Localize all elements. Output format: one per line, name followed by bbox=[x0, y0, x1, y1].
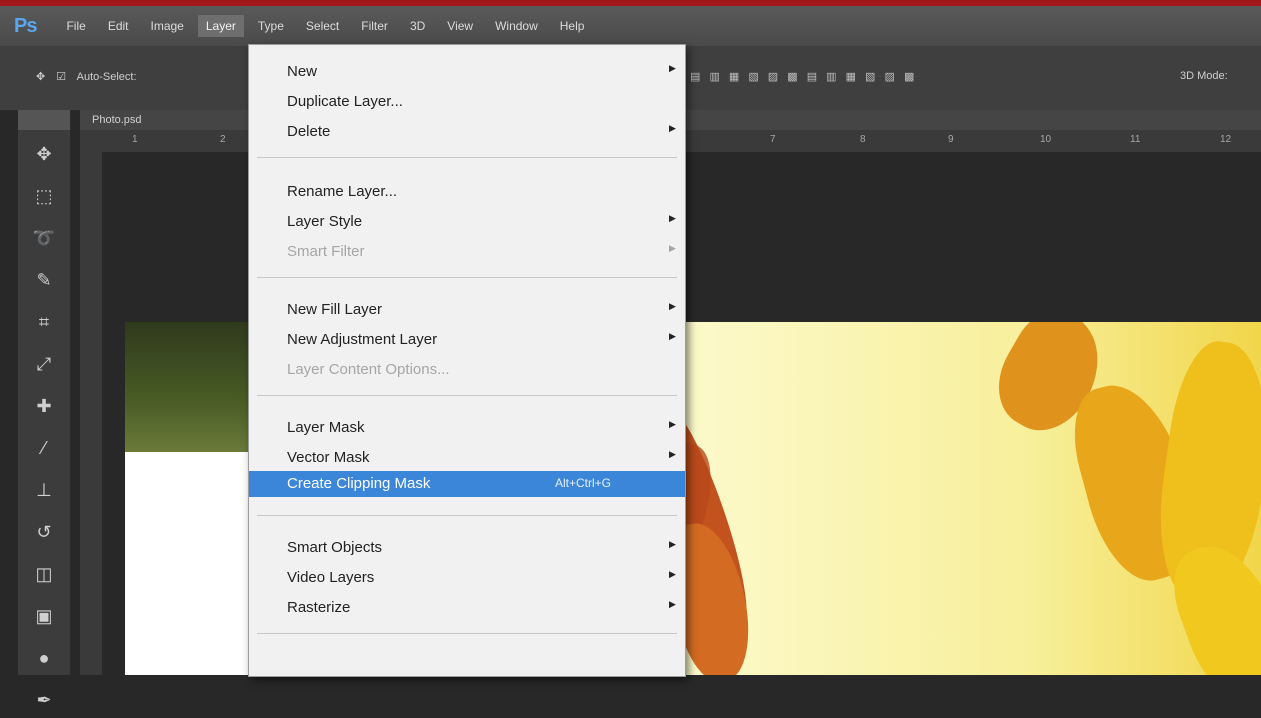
menu-item-label: Create Clipping Mask bbox=[287, 475, 431, 492]
menu-help[interactable]: Help bbox=[552, 15, 593, 37]
ruler-tick: 12 bbox=[1220, 134, 1232, 145]
auto-select-checkbox[interactable]: ☑ bbox=[56, 71, 66, 83]
eraser-tool-icon[interactable]: ◫ bbox=[24, 556, 64, 592]
menu-separator bbox=[257, 395, 677, 396]
submenu-arrow-icon: ▶ bbox=[669, 419, 676, 429]
menu-item-label: Smart Objects bbox=[287, 539, 383, 556]
tools-panel-header[interactable] bbox=[18, 110, 70, 130]
image-white-area bbox=[125, 452, 255, 675]
submenu-arrow-icon: ▶ bbox=[669, 539, 676, 549]
menu-item-label: Layer Mask bbox=[287, 419, 365, 436]
ruler-tick: 7 bbox=[770, 134, 776, 145]
menu-item-label: Rasterize bbox=[287, 599, 351, 616]
menu-3d[interactable]: 3D bbox=[402, 15, 433, 37]
menu-separator bbox=[257, 515, 677, 516]
lasso-tool-icon[interactable]: ➰ bbox=[24, 220, 64, 256]
layer-menu-rasterize[interactable]: Rasterize ▶ bbox=[249, 595, 685, 621]
menu-item-label: Vector Mask bbox=[287, 449, 370, 466]
ruler-tick: 10 bbox=[1040, 134, 1052, 145]
menu-item-label: Layer Style bbox=[287, 213, 363, 230]
menu-image[interactable]: Image bbox=[143, 15, 192, 37]
menu-layer[interactable]: Layer bbox=[197, 15, 244, 37]
layer-menu-new-adjustment-layer[interactable]: New Adjustment Layer ▶ bbox=[249, 327, 685, 353]
layer-menu-rename-layer[interactable]: Rename Layer... bbox=[249, 179, 685, 205]
dodge-tool-icon[interactable]: ● bbox=[24, 640, 64, 676]
menu-item-label: Layer Content Options... bbox=[287, 361, 450, 378]
layer-menu-new[interactable]: New ▶ bbox=[249, 59, 685, 85]
layer-menu-vector-mask[interactable]: Vector Mask ▶ bbox=[249, 445, 685, 471]
menu-item-label: New Adjustment Layer bbox=[287, 331, 438, 348]
layer-menu-delete[interactable]: Delete ▶ bbox=[249, 119, 685, 145]
ruler-tick: 1 bbox=[132, 134, 138, 145]
layer-menu-layer-mask[interactable]: Layer Mask ▶ bbox=[249, 415, 685, 441]
ruler-tick: 8 bbox=[860, 134, 866, 145]
menu-type[interactable]: Type bbox=[250, 15, 292, 37]
crop-tool-icon[interactable]: ⌗ bbox=[24, 304, 64, 340]
layer-menu-smart-filter: Smart Filter ▶ bbox=[249, 239, 685, 265]
history-brush-icon[interactable]: ↺ bbox=[24, 514, 64, 550]
layer-menu-create-clipping-mask[interactable]: Create Clipping Mask Alt+Ctrl+G bbox=[249, 471, 685, 497]
submenu-arrow-icon: ▶ bbox=[669, 123, 676, 133]
menu-item-label: Duplicate Layer... bbox=[287, 93, 403, 110]
menu-edit[interactable]: Edit bbox=[100, 15, 137, 37]
menu-item-label: New bbox=[287, 63, 318, 80]
layer-menu-dropdown: New ▶ Duplicate Layer... Delete ▶ Rename… bbox=[248, 44, 686, 677]
document-title: Photo.psd bbox=[92, 114, 142, 126]
menu-file[interactable]: File bbox=[58, 15, 93, 37]
tools-panel: ✥ ⬚ ➰ ✎ ⌗ ⤢ ✚ ⁄ ⊥ ↺ ◫ ▣ ● ✒ bbox=[18, 110, 71, 710]
align-buttons[interactable]: ▤ ▥ ▦ ▧ ▨ ▩ ▤ ▥ ▦ ▧ ▨ ▩ bbox=[690, 70, 917, 83]
quick-select-tool-icon[interactable]: ✎ bbox=[24, 262, 64, 298]
ruler-tick: 9 bbox=[948, 134, 954, 145]
menu-separator bbox=[257, 633, 677, 634]
ruler-tick: 2 bbox=[220, 134, 226, 145]
menu-separator bbox=[257, 277, 677, 278]
clone-stamp-icon[interactable]: ⊥ bbox=[24, 472, 64, 508]
submenu-arrow-icon: ▶ bbox=[669, 331, 676, 341]
layer-menu-new-fill-layer[interactable]: New Fill Layer ▶ bbox=[249, 297, 685, 323]
photoshop-logo: Ps bbox=[14, 14, 37, 37]
submenu-arrow-icon: ▶ bbox=[669, 63, 676, 73]
menu-bar: Ps File Edit Image Layer Type Select Fil… bbox=[0, 6, 1261, 46]
marquee-tool-icon[interactable]: ⬚ bbox=[24, 178, 64, 214]
auto-select-label: Auto-Select: bbox=[76, 71, 137, 83]
3d-mode-label: 3D Mode: bbox=[1180, 70, 1228, 82]
submenu-arrow-icon: ▶ bbox=[669, 213, 676, 223]
pen-tool-icon[interactable]: ✒ bbox=[24, 682, 64, 718]
layer-menu-duplicate-layer[interactable]: Duplicate Layer... bbox=[249, 89, 685, 115]
submenu-arrow-icon: ▶ bbox=[669, 599, 676, 609]
menu-item-label: Video Layers bbox=[287, 569, 375, 586]
menu-item-label: Rename Layer... bbox=[287, 183, 398, 200]
eyedropper-tool-icon[interactable]: ⤢ bbox=[24, 346, 64, 382]
menu-filter[interactable]: Filter bbox=[353, 15, 396, 37]
layer-menu-video-layers[interactable]: Video Layers ▶ bbox=[249, 565, 685, 591]
submenu-arrow-icon: ▶ bbox=[669, 243, 676, 253]
menu-select[interactable]: Select bbox=[298, 15, 347, 37]
brush-tool-icon[interactable]: ⁄ bbox=[24, 430, 64, 466]
submenu-arrow-icon: ▶ bbox=[669, 449, 676, 459]
menu-view[interactable]: View bbox=[439, 15, 481, 37]
menu-item-label: New Fill Layer bbox=[287, 301, 383, 318]
submenu-arrow-icon: ▶ bbox=[669, 569, 676, 579]
layer-menu-smart-objects[interactable]: Smart Objects ▶ bbox=[249, 535, 685, 561]
menu-item-label: Delete bbox=[287, 123, 331, 140]
menu-item-shortcut: Alt+Ctrl+G bbox=[555, 476, 612, 490]
vertical-ruler bbox=[80, 152, 102, 675]
ruler-tick: 11 bbox=[1130, 134, 1141, 145]
move-tool-icon[interactable]: ✥ bbox=[24, 136, 64, 172]
submenu-arrow-icon: ▶ bbox=[669, 301, 676, 311]
move-tool-icon[interactable]: ✥ bbox=[36, 71, 45, 83]
healing-brush-icon[interactable]: ✚ bbox=[24, 388, 64, 424]
menu-window[interactable]: Window bbox=[487, 15, 546, 37]
move-tool-options: ✥ ☑ Auto-Select: bbox=[36, 70, 145, 83]
menu-item-label: Smart Filter bbox=[287, 243, 365, 260]
menu-separator bbox=[257, 157, 677, 158]
layer-menu-layer-content-options: Layer Content Options... bbox=[249, 357, 685, 383]
gradient-tool-icon[interactable]: ▣ bbox=[24, 598, 64, 634]
layer-menu-layer-style[interactable]: Layer Style ▶ bbox=[249, 209, 685, 235]
image-dark-foliage bbox=[125, 322, 255, 452]
